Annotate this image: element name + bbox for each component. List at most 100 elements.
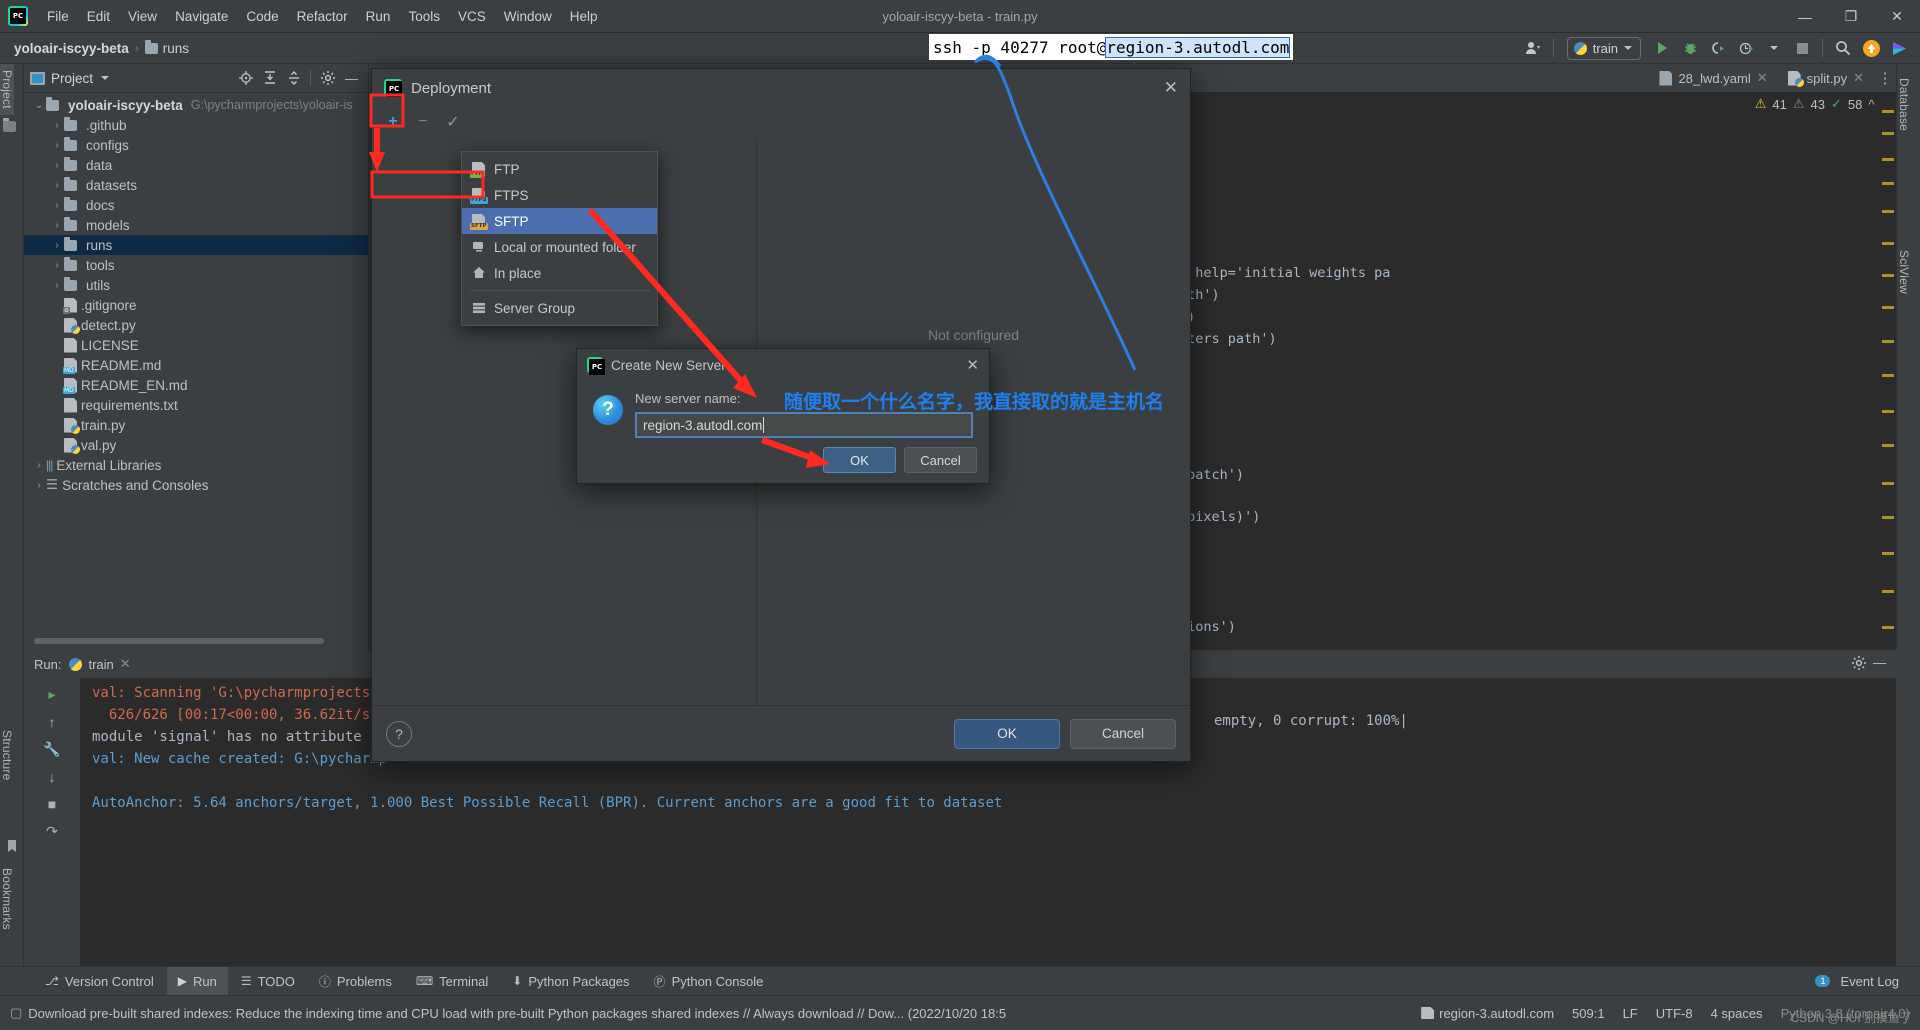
- deployment-cancel-button[interactable]: Cancel: [1070, 718, 1176, 749]
- inspection-widget[interactable]: ⚠ 41 ⚠ 43 ✓ 58 ^ ∨: [1755, 96, 1890, 112]
- tool-window-button-terminal[interactable]: ⌨ Terminal: [405, 967, 499, 996]
- search-everywhere-icon[interactable]: [1830, 36, 1856, 60]
- tree-node-requirements-txt[interactable]: requirements.txt: [24, 395, 368, 415]
- previous-highlight-icon[interactable]: ^: [1868, 97, 1874, 112]
- editor-error-stripe[interactable]: [1880, 92, 1896, 650]
- menu-code[interactable]: Code: [237, 6, 287, 27]
- chevron-right-icon[interactable]: ›: [32, 480, 46, 491]
- expand-all-icon[interactable]: [259, 68, 280, 89]
- tool-window-button-version-control[interactable]: ⎇ Version Control: [34, 967, 165, 996]
- tree-node-docs[interactable]: › docs: [24, 195, 368, 215]
- tree-node-train-py[interactable]: train.py: [24, 415, 368, 435]
- tool-window-button-run[interactable]: ▶ Run: [166, 966, 228, 996]
- chevron-right-icon[interactable]: ›: [50, 200, 64, 211]
- run-tab-train[interactable]: train ✕: [69, 656, 131, 672]
- tree-node-license[interactable]: LICENSE: [24, 335, 368, 355]
- account-icon[interactable]: [1520, 36, 1546, 60]
- bookmark-icon[interactable]: [0, 839, 24, 856]
- sidebar-item-database[interactable]: Database: [1897, 72, 1911, 137]
- chevron-right-icon[interactable]: ›: [50, 260, 64, 271]
- chevron-right-icon[interactable]: ›: [32, 460, 46, 471]
- tree-node-tools[interactable]: › tools: [24, 255, 368, 275]
- close-icon[interactable]: ✕: [120, 656, 131, 672]
- status-message[interactable]: Download pre-built shared indexes: Reduc…: [28, 1006, 1006, 1021]
- chevron-right-icon[interactable]: ›: [50, 120, 64, 131]
- help-icon[interactable]: ?: [386, 720, 412, 747]
- project-horizontal-scrollbar[interactable]: [24, 636, 369, 645]
- hide-icon[interactable]: —: [341, 68, 362, 89]
- tree-node-readme-md[interactable]: MD README.md: [24, 355, 368, 375]
- breadcrumb-folder[interactable]: runs: [144, 39, 189, 56]
- tree-node-models[interactable]: › models: [24, 215, 368, 235]
- tree-node-data[interactable]: › data: [24, 155, 368, 175]
- deployment-ok-button[interactable]: OK: [954, 718, 1060, 749]
- tree-node-val-py[interactable]: val.py: [24, 435, 368, 455]
- close-button[interactable]: ✕: [1874, 0, 1920, 33]
- create-server-ok-button[interactable]: OK: [823, 447, 896, 473]
- chevron-right-icon[interactable]: ›: [50, 240, 64, 251]
- menu-vcs[interactable]: VCS: [449, 6, 495, 27]
- menu-help[interactable]: Help: [561, 6, 607, 27]
- profile-icon[interactable]: [1733, 36, 1759, 60]
- editor-tab-yaml[interactable]: 28_lwd.yaml ✕: [1649, 64, 1777, 92]
- collapse-all-icon[interactable]: [283, 68, 304, 89]
- menu-item-local-or-mounted-folder[interactable]: Local or mounted folder: [462, 234, 657, 260]
- menu-edit[interactable]: Edit: [78, 6, 119, 27]
- run-icon[interactable]: [1649, 36, 1675, 60]
- tree-node-scratches-and-consoles[interactable]: › ☰ Scratches and Consoles: [24, 475, 368, 495]
- menu-file[interactable]: File: [38, 6, 78, 27]
- status-interpreter[interactable]: Python 3.8 (toroair4.0): [1781, 1006, 1910, 1021]
- folder-icon[interactable]: [0, 117, 24, 135]
- sidebar-item-structure[interactable]: Structure: [0, 724, 14, 787]
- hide-icon[interactable]: —: [1873, 655, 1886, 674]
- chevron-down-icon[interactable]: ⌄: [32, 100, 46, 111]
- updates-icon[interactable]: [1858, 36, 1884, 60]
- tree-node-utils[interactable]: › utils: [24, 275, 368, 295]
- tree-node--github[interactable]: › .github: [24, 115, 368, 135]
- settings-wrench-icon[interactable]: 🔧: [43, 741, 60, 758]
- ai-assistant-icon[interactable]: [1886, 36, 1912, 60]
- tree-node-readme-en-md[interactable]: MD README_EN.md: [24, 375, 368, 395]
- menu-item-in-place[interactable]: In place: [462, 260, 657, 286]
- gear-icon[interactable]: [317, 68, 338, 89]
- editor-tabs-more-icon[interactable]: ⋮: [1874, 69, 1896, 87]
- editor-tab-split-py[interactable]: split.py ✕: [1778, 64, 1874, 92]
- scrollbar-thumb[interactable]: [34, 638, 324, 644]
- minimize-button[interactable]: —: [1782, 0, 1828, 33]
- remove-server-button[interactable]: −: [410, 110, 436, 134]
- menu-tools[interactable]: Tools: [399, 6, 449, 27]
- chevron-right-icon[interactable]: ›: [50, 220, 64, 231]
- menu-item-ftps[interactable]: FTPS FTPS: [462, 182, 657, 208]
- menu-item-sftp[interactable]: SFTP SFTP: [462, 208, 657, 234]
- chevron-down-icon[interactable]: [1761, 36, 1787, 60]
- down-icon[interactable]: ↓: [49, 769, 56, 785]
- status-encoding[interactable]: UTF-8: [1656, 1006, 1693, 1021]
- sidebar-item-project[interactable]: Project: [0, 64, 14, 115]
- tree-node-detect-py[interactable]: detect.py: [24, 315, 368, 335]
- menu-item-server-group[interactable]: Server Group: [462, 295, 657, 321]
- close-icon[interactable]: ✕: [1164, 78, 1178, 98]
- status-indent[interactable]: 4 spaces: [1711, 1006, 1763, 1021]
- tree-node-datasets[interactable]: › datasets: [24, 175, 368, 195]
- menu-window[interactable]: Window: [495, 6, 561, 27]
- locate-icon[interactable]: [235, 68, 256, 89]
- close-icon[interactable]: ✕: [1853, 70, 1864, 86]
- create-server-cancel-button[interactable]: Cancel: [904, 447, 977, 473]
- tree-node-external-libraries[interactable]: › ||| External Libraries: [24, 455, 368, 475]
- sidebar-item-sciview[interactable]: SciView: [1897, 244, 1911, 300]
- tool-window-button-python-console[interactable]: Ⓟ Python Console: [643, 967, 775, 996]
- new-server-name-input[interactable]: region-3.autodl.com: [635, 412, 973, 438]
- menu-refactor[interactable]: Refactor: [288, 6, 357, 27]
- sidebar-item-bookmarks[interactable]: Bookmarks: [0, 862, 14, 936]
- status-caret-position[interactable]: 509:1: [1572, 1006, 1605, 1021]
- tree-node-yoloair-iscyy-beta[interactable]: ⌄ yoloair-iscyy-beta G:\pycharmprojects\yo…: [24, 95, 368, 115]
- debug-icon[interactable]: [1677, 36, 1703, 60]
- up-icon[interactable]: ↑: [49, 714, 56, 730]
- tool-window-button-python-packages[interactable]: ⬇ Python Packages: [501, 967, 640, 996]
- close-icon[interactable]: ✕: [1757, 70, 1768, 86]
- gear-icon[interactable]: [1851, 655, 1867, 674]
- set-default-button[interactable]: ✓: [440, 110, 466, 134]
- tool-window-button-todo[interactable]: ☰ TODO: [230, 967, 306, 996]
- stop-icon[interactable]: [1789, 36, 1815, 60]
- status-server[interactable]: region-3.autodl.com: [1421, 1006, 1554, 1021]
